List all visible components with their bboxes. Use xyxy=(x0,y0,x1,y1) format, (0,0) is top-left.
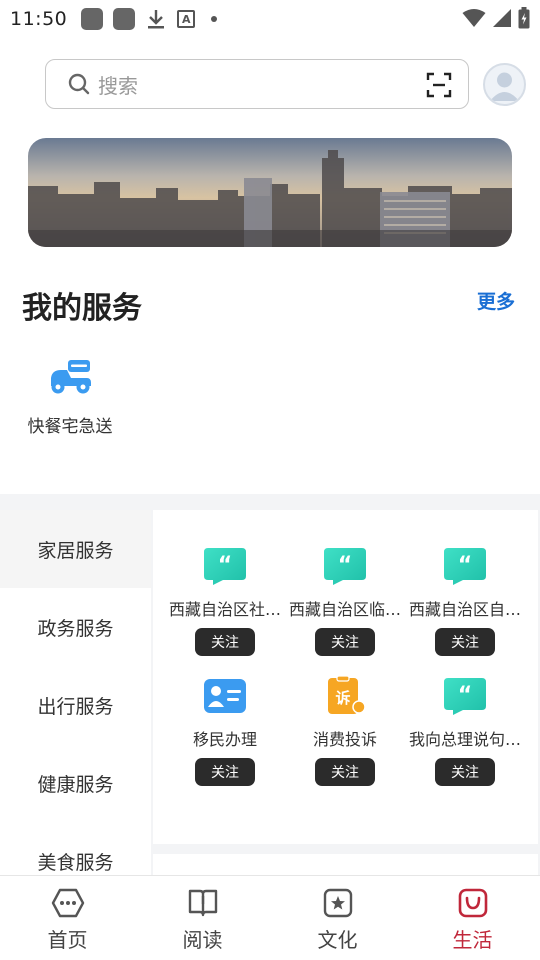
quote-icon: “ xyxy=(444,548,486,585)
service-name: 我向总理说句… xyxy=(408,730,521,749)
battery-icon xyxy=(518,7,530,29)
id-card-icon xyxy=(204,679,246,713)
follow-button[interactable]: 关注 xyxy=(315,628,375,656)
more-link[interactable]: 更多 xyxy=(477,287,515,314)
svg-text:“: “ xyxy=(338,553,352,578)
status-bar: 11:50 A xyxy=(0,0,540,38)
nav-home[interactable]: 首页 xyxy=(0,876,135,960)
category-item-health[interactable]: 健康服务 xyxy=(0,744,151,822)
service-name: 消费投诉 xyxy=(312,730,377,749)
service-item[interactable]: 诉 消费投诉 关注 xyxy=(285,676,405,786)
svg-text:“: “ xyxy=(218,553,232,578)
download-icon xyxy=(145,8,167,30)
complaint-icon: 诉 xyxy=(328,676,366,714)
category-item-travel[interactable]: 出行服务 xyxy=(0,666,151,744)
follow-button[interactable]: 关注 xyxy=(435,628,495,656)
follow-button[interactable]: 关注 xyxy=(315,758,375,786)
status-time: 11:50 xyxy=(10,8,68,30)
services-card: “ 西藏自治区社… 关注 “ 西藏自治区临… 关注 “ 西藏自治区自… 关注 移… xyxy=(153,510,538,844)
skyline-image xyxy=(28,138,512,247)
fav-service-item[interactable]: 快餐宅急送 xyxy=(22,356,118,437)
system-icons xyxy=(462,7,530,29)
app-notification-icon xyxy=(81,8,104,30)
category-item-government[interactable]: 政务服务 xyxy=(0,588,151,666)
my-services-title: 我的服务 xyxy=(22,291,142,326)
user-avatar-icon xyxy=(490,72,519,101)
category-list: 家居服务 政务服务 出行服务 健康服务 美食服务 xyxy=(0,510,151,875)
service-item[interactable]: “ 西藏自治区社… 关注 xyxy=(165,546,285,656)
nav-home-label: 首页 xyxy=(47,928,88,952)
search-input[interactable]: 搜索 xyxy=(45,59,469,109)
category-item-food[interactable]: 美食服务 xyxy=(0,822,151,875)
bottom-nav: 首页 阅读 文化 生活 xyxy=(0,875,540,960)
quote-icon: “ xyxy=(444,678,486,715)
services-panel: “ 西藏自治区社… 关注 “ 西藏自治区临… 关注 “ 西藏自治区自… 关注 移… xyxy=(151,510,540,875)
services-grid: “ 西藏自治区社… 关注 “ 西藏自治区临… 关注 “ 西藏自治区自… 关注 移… xyxy=(165,546,525,786)
cell-signal-icon xyxy=(493,9,511,27)
city-skyline-banner[interactable] xyxy=(28,138,512,247)
search-icon xyxy=(68,73,90,95)
service-item[interactable]: “ 西藏自治区临… 关注 xyxy=(285,546,405,656)
follow-button[interactable]: 关注 xyxy=(195,628,255,656)
font-a-icon: A xyxy=(177,10,196,28)
app-notification-icon xyxy=(113,8,136,30)
more-notifications-dot-icon xyxy=(211,16,218,22)
nav-reading[interactable]: 阅读 xyxy=(135,876,270,960)
nav-culture-label: 文化 xyxy=(317,928,358,952)
nav-life-label: 生活 xyxy=(452,928,493,952)
complaint-icon-text: 诉 xyxy=(335,689,350,707)
follow-button[interactable]: 关注 xyxy=(195,758,255,786)
home-icon xyxy=(51,888,84,918)
services-card-next xyxy=(153,854,538,875)
notification-icons: A xyxy=(81,8,218,30)
scooter-icon xyxy=(51,360,91,394)
search-placeholder: 搜索 xyxy=(98,73,138,98)
service-item[interactable]: “ 我向总理说句… 关注 xyxy=(405,676,525,786)
nav-culture[interactable]: 文化 xyxy=(270,876,405,960)
wifi-icon xyxy=(462,9,486,27)
nav-life[interactable]: 生活 xyxy=(405,876,540,960)
service-name: 西藏自治区自… xyxy=(408,600,521,619)
quote-icon: “ xyxy=(324,548,366,585)
book-icon xyxy=(188,889,217,917)
fav-service-label: 快餐宅急送 xyxy=(27,417,113,437)
scan-icon[interactable] xyxy=(426,72,452,98)
service-item[interactable]: 移民办理 关注 xyxy=(165,676,285,786)
follow-button[interactable]: 关注 xyxy=(435,758,495,786)
section-divider xyxy=(0,494,540,510)
nav-reading-label: 阅读 xyxy=(182,928,223,952)
service-name: 西藏自治区社… xyxy=(168,600,281,619)
star-badge-icon xyxy=(323,888,352,918)
category-item-home[interactable]: 家居服务 xyxy=(0,510,151,588)
svg-text:“: “ xyxy=(458,683,472,708)
service-name: 移民办理 xyxy=(192,730,257,749)
quote-icon: “ xyxy=(204,548,246,585)
service-item[interactable]: “ 西藏自治区自… 关注 xyxy=(405,546,525,656)
avatar[interactable] xyxy=(483,63,526,106)
bag-icon xyxy=(458,888,487,918)
service-name: 西藏自治区临… xyxy=(288,600,401,619)
svg-text:“: “ xyxy=(458,553,472,578)
